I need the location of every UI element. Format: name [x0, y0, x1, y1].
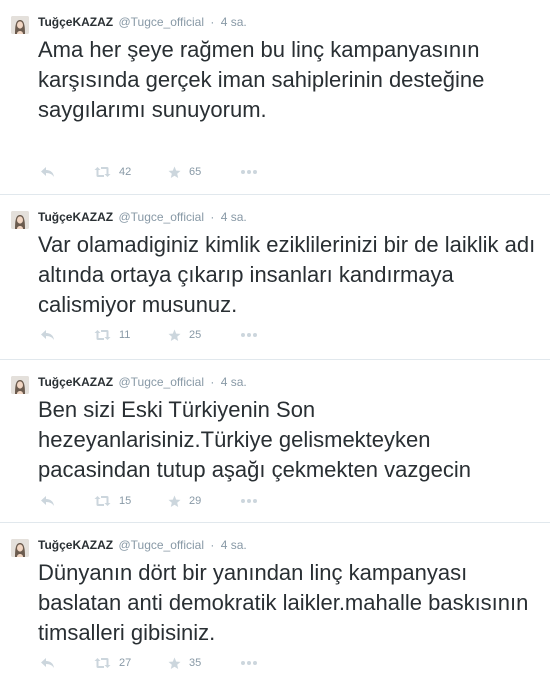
reply-icon: [41, 496, 54, 506]
reply-icon: [41, 658, 54, 668]
fullname[interactable]: TuğçeKAZAZ: [38, 15, 113, 29]
tweet[interactable]: TuğçeKAZAZ @Tugce_official · 4 sa. Dünya…: [0, 523, 550, 690]
avatar[interactable]: [11, 539, 29, 557]
timestamp[interactable]: 4 sa.: [221, 15, 247, 29]
more-button[interactable]: [240, 327, 258, 343]
more-button[interactable]: [240, 655, 258, 671]
fullname[interactable]: TuğçeKAZAZ: [38, 538, 113, 552]
tweet[interactable]: TuğçeKAZAZ @Tugce_official · 4 sa. Var o…: [0, 195, 550, 360]
more-icon: [241, 333, 257, 337]
more-icon: [241, 499, 257, 503]
tweet[interactable]: TuğçeKAZAZ @Tugce_official · 4 sa. Ben s…: [0, 360, 550, 523]
tweet-header: TuğçeKAZAZ @Tugce_official · 4 sa.: [38, 374, 247, 390]
more-icon: [241, 170, 257, 174]
retweet-button[interactable]: 15: [94, 493, 131, 509]
avatar[interactable]: [11, 376, 29, 394]
retweet-count: 42: [119, 166, 132, 178]
more-icon: [241, 661, 257, 665]
timeline: TuğçeKAZAZ @Tugce_official · 4 sa. Ama h…: [0, 0, 550, 690]
favorite-count: 35: [189, 657, 202, 669]
tweet-header: TuğçeKAZAZ @Tugce_official · 4 sa.: [38, 209, 247, 225]
retweet-icon: [94, 658, 111, 668]
reply-button[interactable]: [40, 655, 55, 671]
retweet-count: 27: [119, 657, 132, 669]
reply-button[interactable]: [40, 493, 55, 509]
fullname[interactable]: TuğçeKAZAZ: [38, 375, 113, 389]
retweet-button[interactable]: 11: [94, 327, 130, 343]
tweet-text: Ama her şeye rağmen bu linç kampanyasını…: [38, 37, 485, 122]
retweet-button[interactable]: 27: [94, 655, 131, 671]
favorite-count: 29: [189, 495, 202, 507]
separator: ·: [210, 375, 215, 389]
tweet-text: Ben sizi Eski Türkiyenin Son hezeyanlari…: [38, 397, 471, 482]
favorite-button[interactable]: 65: [168, 164, 201, 180]
timestamp[interactable]: 4 sa.: [221, 538, 247, 552]
tweet-header: TuğçeKAZAZ @Tugce_official · 4 sa.: [38, 14, 247, 30]
favorite-count: 25: [189, 329, 202, 341]
username[interactable]: @Tugce_official: [118, 210, 204, 224]
tweet-text: Dünyanın dört bir yanından linç kampanya…: [38, 560, 529, 645]
fullname[interactable]: TuğçeKAZAZ: [38, 210, 113, 224]
timestamp[interactable]: 4 sa.: [221, 210, 247, 224]
reply-icon: [41, 167, 54, 177]
tweet[interactable]: TuğçeKAZAZ @Tugce_official · 4 sa. Ama h…: [0, 0, 550, 195]
favorite-button[interactable]: 25: [168, 327, 201, 343]
more-button[interactable]: [240, 164, 258, 180]
retweet-count: 15: [119, 495, 132, 507]
retweet-icon: [94, 330, 111, 340]
retweet-icon: [94, 496, 111, 506]
star-icon: [168, 329, 181, 341]
retweet-icon: [94, 167, 111, 177]
favorite-button[interactable]: 35: [168, 655, 201, 671]
retweet-button[interactable]: 42: [94, 164, 131, 180]
separator: ·: [210, 538, 215, 552]
favorite-count: 65: [189, 166, 202, 178]
reply-icon: [41, 330, 54, 340]
username[interactable]: @Tugce_official: [118, 15, 204, 29]
username[interactable]: @Tugce_official: [118, 375, 204, 389]
avatar[interactable]: [11, 211, 29, 229]
username[interactable]: @Tugce_official: [118, 538, 204, 552]
star-icon: [168, 495, 181, 507]
timestamp[interactable]: 4 sa.: [221, 375, 247, 389]
star-icon: [168, 657, 181, 669]
reply-button[interactable]: [40, 327, 55, 343]
separator: ·: [210, 15, 215, 29]
star-icon: [168, 166, 181, 178]
tweet-text: Var olamadiginiz kimlik eziklilerinizi b…: [38, 232, 536, 317]
retweet-count: 11: [119, 329, 131, 341]
separator: ·: [210, 210, 215, 224]
avatar[interactable]: [11, 16, 29, 34]
reply-button[interactable]: [40, 164, 55, 180]
tweet-header: TuğçeKAZAZ @Tugce_official · 4 sa.: [38, 537, 247, 553]
more-button[interactable]: [240, 493, 258, 509]
favorite-button[interactable]: 29: [168, 493, 201, 509]
